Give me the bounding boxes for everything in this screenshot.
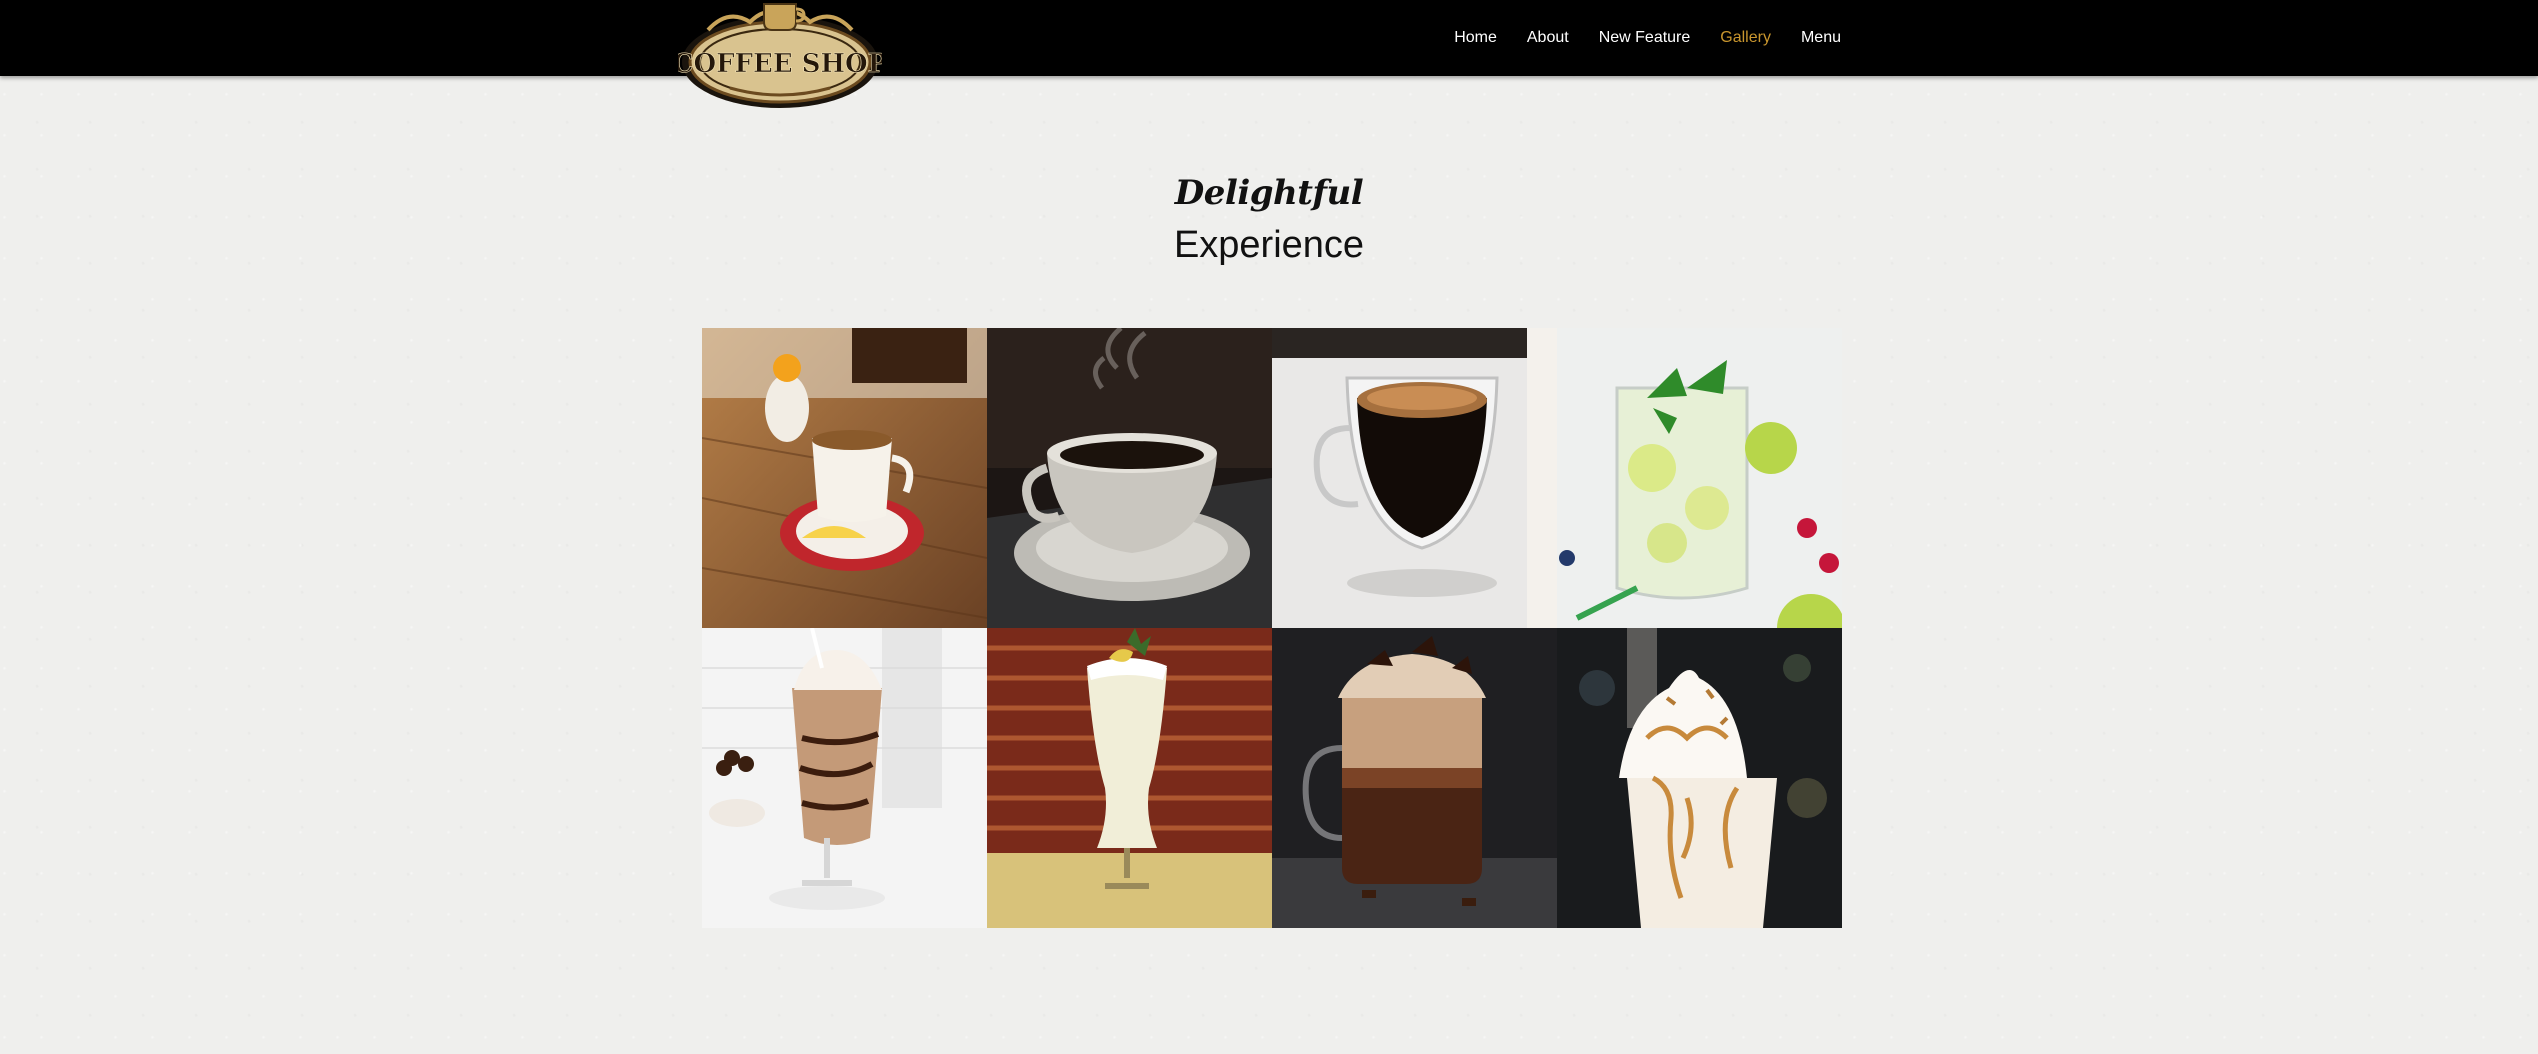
nav-gallery-link[interactable]: Gallery [1720, 29, 1771, 47]
glass-espresso-photo [1272, 328, 1557, 628]
logo-text: COFFEE SHOP [678, 49, 882, 79]
gallery-photo-hot-chocolate[interactable] [1272, 628, 1557, 928]
gallery-photo-caramel-frappe[interactable] [1557, 628, 1842, 928]
gallery-photo-pina-colada[interactable] [987, 628, 1272, 928]
section-title: Experience [1173, 224, 1365, 266]
gallery-photo-mint-lemonade[interactable] [1557, 328, 1842, 628]
steaming-coffee-cup-photo [987, 328, 1272, 628]
caramel-frappe-photo [1557, 628, 1842, 928]
nav-about-link[interactable]: About [1527, 29, 1569, 47]
chocolate-milkshake-photo [702, 628, 987, 928]
gallery-photo-steaming-cup[interactable] [987, 328, 1272, 628]
gallery-photo-glass-espresso[interactable] [1272, 328, 1557, 628]
nav-new-feature-link[interactable]: New Feature [1599, 29, 1691, 47]
photo-gallery-grid [702, 328, 1842, 928]
coffee-shop-logo[interactable]: COFFEE SHOP [672, 0, 888, 110]
top-navbar: Home About New Feature Gallery Menu [0, 0, 2538, 76]
section-script-title: Delightful [1174, 173, 1364, 213]
espresso-with-lemon-photo [702, 328, 987, 628]
pina-colada-photo [987, 628, 1272, 928]
main-nav: Home About New Feature Gallery Menu [1454, 0, 1841, 76]
mint-lemonade-photo [1557, 328, 1842, 628]
gallery-photo-chocolate-milkshake[interactable] [702, 628, 987, 928]
gallery-photo-espresso-lemon[interactable] [702, 328, 987, 628]
nav-menu-link[interactable]: Menu [1801, 29, 1841, 47]
coffee-cup-emblem-icon: COFFEE SHOP [672, 3, 888, 108]
nav-home-link[interactable]: Home [1454, 29, 1497, 47]
section-heading: Delightful Experience [0, 168, 2538, 270]
hot-chocolate-photo [1272, 628, 1557, 928]
